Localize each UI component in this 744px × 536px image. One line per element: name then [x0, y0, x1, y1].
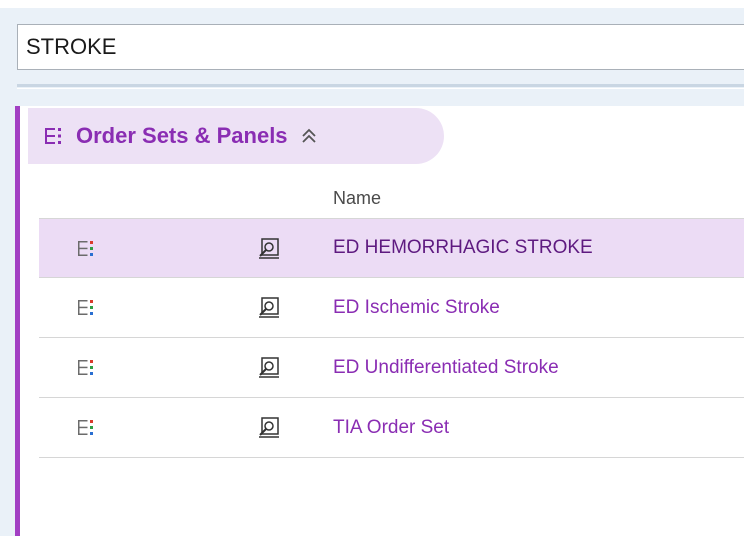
top-strip — [0, 0, 744, 8]
preview-icon[interactable] — [258, 356, 280, 378]
column-header-name[interactable]: Name — [333, 188, 381, 209]
table-row[interactable]: ED HEMORRHAGIC STROKE — [39, 218, 744, 278]
search-input[interactable] — [18, 25, 744, 69]
order-set-name[interactable]: ED Undifferentiated Stroke — [333, 357, 559, 379]
order-set-icon — [45, 128, 61, 144]
divider-highlight — [17, 88, 744, 89]
preview-icon[interactable] — [258, 416, 280, 438]
table-row[interactable]: ED Undifferentiated Stroke — [39, 338, 744, 398]
order-set-icon — [78, 360, 93, 375]
order-set-name[interactable]: ED HEMORRHAGIC STROKE — [333, 237, 593, 259]
order-set-icon — [78, 300, 93, 315]
section-accent-bar — [15, 106, 20, 536]
results-panel: Order Sets & Panels Name ED HEMORRHAGIC … — [15, 106, 744, 536]
order-set-icon — [78, 241, 93, 256]
divider — [17, 84, 744, 87]
section-header-order-sets[interactable]: Order Sets & Panels — [28, 108, 444, 164]
search-field[interactable] — [17, 24, 744, 70]
section-title: Order Sets & Panels — [76, 123, 288, 148]
preview-icon[interactable] — [258, 296, 280, 318]
table-row[interactable]: ED Ischemic Stroke — [39, 278, 744, 338]
order-set-name[interactable]: ED Ischemic Stroke — [333, 297, 500, 319]
table-row[interactable]: TIA Order Set — [39, 398, 744, 458]
double-chevron-up-icon[interactable] — [300, 127, 318, 145]
preview-icon[interactable] — [258, 237, 280, 259]
order-set-name[interactable]: TIA Order Set — [333, 417, 449, 439]
order-set-icon — [78, 420, 93, 435]
results-list: ED HEMORRHAGIC STROKE ED Ischemic Stroke — [39, 218, 744, 458]
